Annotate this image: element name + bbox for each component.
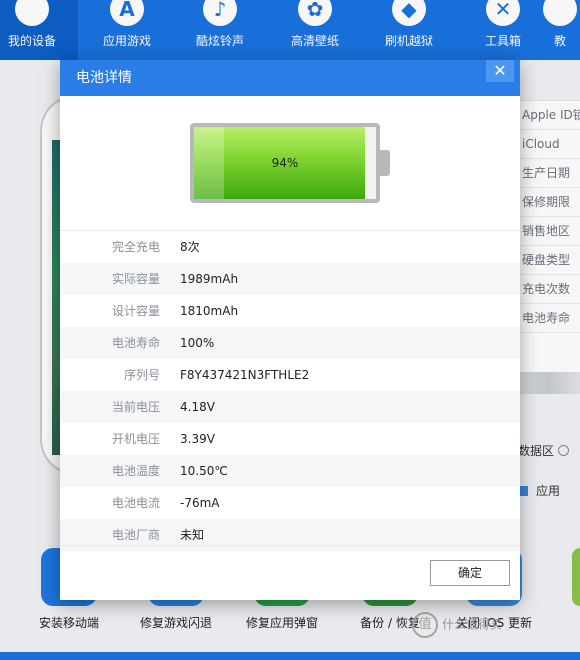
detail-value: 10.50℃ [180, 464, 228, 478]
detail-value: 100% [180, 336, 215, 350]
detail-value: 1989mAh [180, 272, 239, 286]
battery-terminal [380, 150, 390, 176]
battery-icon: 94% [190, 123, 380, 203]
detail-label: 电池温度 [111, 464, 160, 478]
dialog-title: 电池详情 [76, 70, 132, 86]
detail-value: 3.39V [180, 432, 215, 446]
detail-row-serial-number: 序列号 F8Y437421N3FTHLE2 [60, 359, 520, 391]
detail-row-battery-life: 电池寿命 100% [60, 327, 520, 359]
battery-percent: 94% [271, 156, 299, 170]
battery-detail-list: 完全充电 8次 实际容量 1989mAh 设计容量 1810mAh 电池寿命 1… [60, 231, 520, 551]
detail-label: 电池寿命 [111, 336, 160, 350]
detail-row-full-charges: 完全充电 8次 [60, 231, 520, 263]
detail-row-actual-capacity: 实际容量 1989mAh [60, 263, 520, 295]
detail-label: 序列号 [123, 368, 160, 382]
detail-label: 完全充电 [111, 240, 160, 254]
dialog-header: 电池详情 ✕ [60, 60, 520, 96]
detail-value: F8Y437421N3FTHLE2 [180, 368, 310, 382]
detail-label: 设计容量 [111, 304, 160, 318]
ok-button[interactable]: 确定 [430, 560, 510, 586]
detail-value: 4.18V [180, 400, 215, 414]
detail-label: 当前电压 [111, 400, 160, 414]
detail-row-current-voltage: 当前电压 4.18V [60, 391, 520, 423]
detail-label: 开机电压 [111, 432, 160, 446]
dialog-footer: 确定 [60, 545, 520, 600]
battery-details-dialog: 电池详情 ✕ 94% 完全充电 8次 实际容量 1989mAh 设计容量 181… [60, 60, 520, 600]
detail-value: 1810mAh [180, 304, 239, 318]
detail-row-current: 电池电流 -76mA [60, 487, 520, 519]
battery-visual: 94% [60, 96, 520, 231]
detail-row-boot-voltage: 开机电压 3.39V [60, 423, 520, 455]
close-icon[interactable]: ✕ [486, 60, 514, 82]
detail-value: 8次 [180, 240, 200, 254]
detail-value: -76mA [180, 496, 220, 510]
detail-row-design-capacity: 设计容量 1810mAh [60, 295, 520, 327]
detail-label: 实际容量 [111, 272, 160, 286]
detail-label: 电池电流 [111, 496, 160, 510]
detail-row-temperature: 电池温度 10.50℃ [60, 455, 520, 487]
